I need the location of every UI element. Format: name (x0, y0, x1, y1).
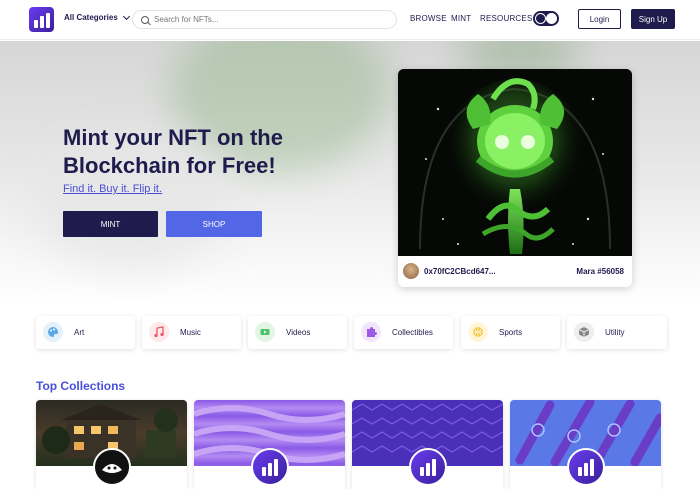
cube-icon (574, 322, 594, 342)
category-utility[interactable]: Utility (567, 316, 667, 349)
collection-card[interactable] (194, 400, 345, 489)
category-music[interactable]: Music (142, 316, 241, 349)
category-label: Sports (499, 328, 523, 337)
moon-icon (535, 13, 546, 24)
category-collectibles[interactable]: Collectibles (354, 316, 453, 349)
music-note-icon (149, 322, 169, 342)
collection-avatar (567, 448, 605, 486)
collection-card[interactable] (36, 400, 187, 489)
nft-artwork[interactable] (398, 69, 632, 256)
puzzle-icon (361, 322, 381, 342)
shop-button[interactable]: SHOP (166, 211, 262, 237)
search-box[interactable] (132, 10, 397, 29)
section-title-top-collections: Top Collections (36, 379, 126, 393)
category-art[interactable]: Art (36, 316, 135, 349)
category-label: Art (74, 328, 85, 337)
owner-avatar[interactable] (403, 263, 419, 279)
logo-icon[interactable] (29, 7, 54, 32)
top-header: All Categories BROWSE MINT RESOURCES Log… (0, 0, 700, 40)
nav-resources[interactable]: RESOURCES (480, 14, 532, 23)
owner-address[interactable]: 0x70fC2CBcd647... (424, 267, 496, 276)
login-button[interactable]: Login (578, 9, 621, 29)
collection-avatar (93, 448, 131, 486)
nav-mint[interactable]: MINT (451, 14, 471, 23)
mint-button[interactable]: MINT (63, 211, 158, 237)
collection-avatar (409, 448, 447, 486)
featured-nft-card[interactable]: 0x70fC2CBcd647... Mara #56058 (398, 69, 632, 287)
category-sports[interactable]: Sports (461, 316, 560, 349)
nft-name[interactable]: Mara #56058 (576, 267, 624, 276)
category-label: Utility (605, 328, 625, 337)
collection-avatar (251, 448, 289, 486)
collection-card[interactable] (510, 400, 661, 489)
hero-tagline-link[interactable]: Find it. Buy it. Flip it. (63, 183, 162, 195)
category-videos[interactable]: Videos (248, 316, 347, 349)
palette-icon (43, 322, 63, 342)
hero-headline: Mint your NFT on the Blockchain for Free… (63, 125, 283, 178)
toggle-knob (546, 13, 557, 24)
video-icon (255, 322, 275, 342)
category-bar: Art Music Videos Collectibles Sports Uti… (36, 316, 667, 349)
category-label: Videos (286, 328, 311, 337)
all-categories-label: All Categories (64, 13, 118, 22)
category-label: Music (180, 328, 201, 337)
category-label: Collectibles (392, 328, 433, 337)
nav-browse[interactable]: BROWSE (410, 14, 447, 23)
chevron-down-icon (122, 12, 130, 20)
hero-banner: Mint your NFT on the Blockchain for Free… (0, 41, 700, 303)
collection-card[interactable] (352, 400, 503, 489)
all-categories-dropdown[interactable]: All Categories (64, 12, 130, 22)
search-input[interactable] (154, 15, 374, 24)
signup-button[interactable]: Sign Up (631, 9, 675, 29)
theme-toggle[interactable] (533, 11, 559, 26)
search-icon (141, 15, 149, 24)
ball-icon (468, 322, 488, 342)
